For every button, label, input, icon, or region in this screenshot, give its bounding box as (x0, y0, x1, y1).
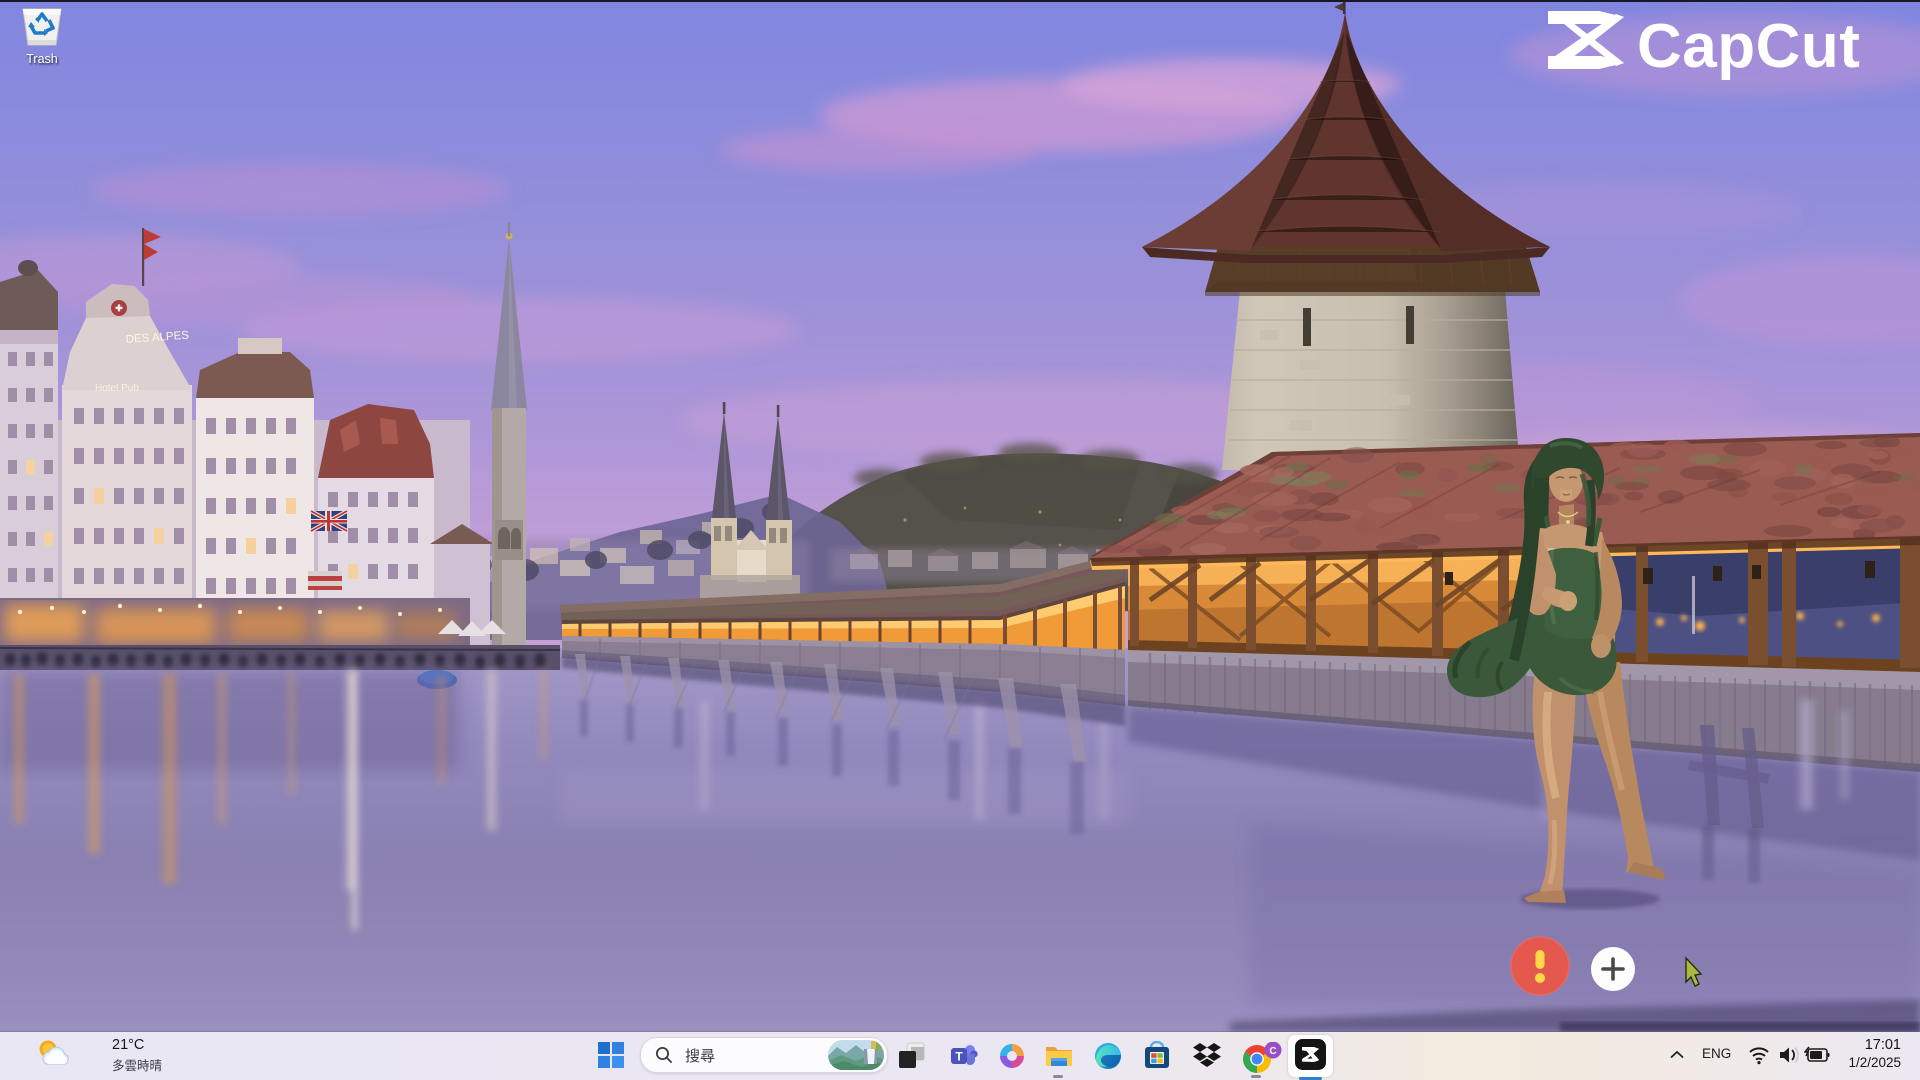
svg-text:Hotel Pub: Hotel Pub (95, 383, 139, 394)
svg-text:T: T (955, 1050, 963, 1064)
svg-text:CapCut: CapCut (1637, 12, 1860, 81)
svg-text:C: C (1269, 1046, 1276, 1057)
svg-text:Trash: Trash (26, 52, 58, 66)
